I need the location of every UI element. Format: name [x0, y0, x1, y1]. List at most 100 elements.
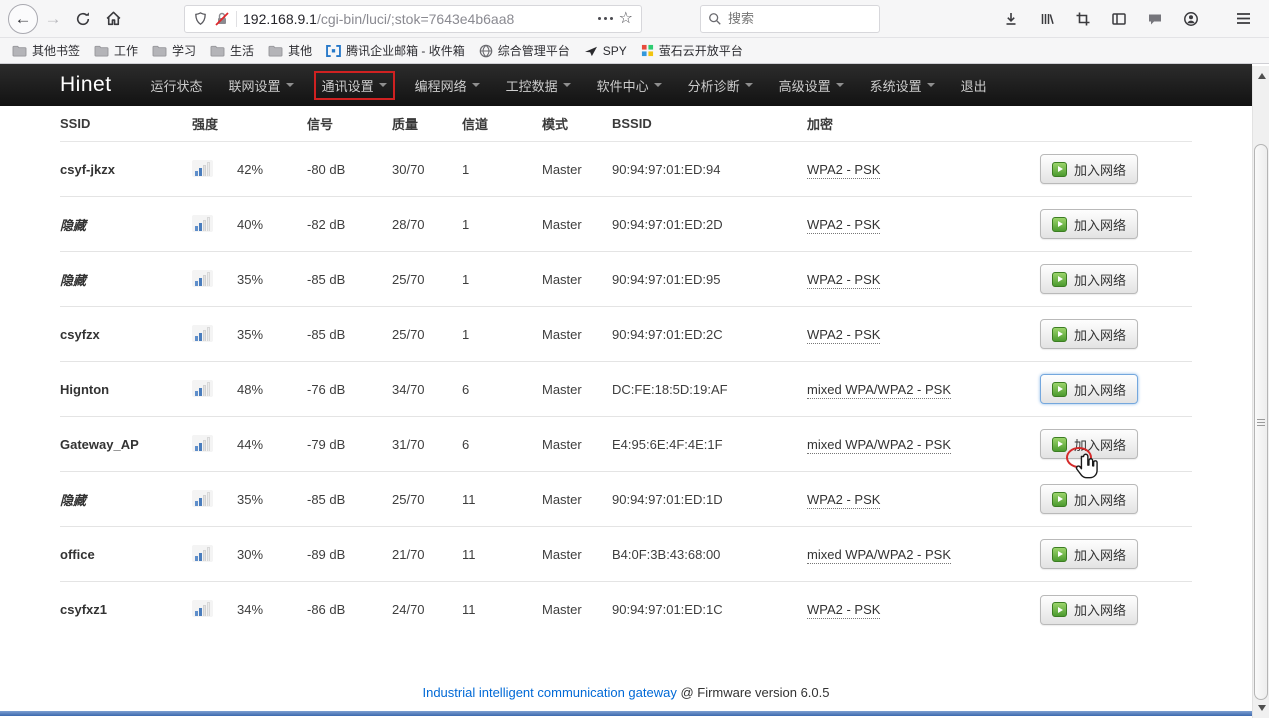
strength-cell: 35%: [237, 272, 307, 287]
bssid-cell: E4:95:6E:4F:4E:1F: [612, 437, 807, 452]
channel-cell: 11: [462, 547, 542, 562]
library-icon: [1039, 11, 1055, 27]
join-network-button[interactable]: 加入网络: [1040, 319, 1138, 349]
bookmark-item-management-platform[interactable]: 综合管理平台: [473, 39, 576, 62]
nav-item-industrial-data[interactable]: 工控数据: [506, 76, 571, 95]
join-network-button[interactable]: 加入网络: [1040, 429, 1138, 459]
signal-cell: -85 dB: [307, 492, 392, 507]
bookmark-label: 综合管理平台: [498, 42, 570, 59]
folder-icon: [268, 44, 283, 57]
quality-cell: 25/70: [392, 327, 462, 342]
join-network-button[interactable]: 加入网络: [1040, 539, 1138, 569]
mode-cell: Master: [542, 602, 612, 617]
ssid-cell: 隐藏: [60, 270, 192, 289]
column-header-signal: 信号: [307, 114, 392, 133]
bookmark-item-ezviz[interactable]: 萤石云开放平台: [635, 39, 749, 62]
quality-cell: 34/70: [392, 382, 462, 397]
channel-cell: 1: [462, 217, 542, 232]
strength-cell: 40%: [237, 217, 307, 232]
play-icon: [1052, 162, 1067, 177]
column-header-bssid: BSSID: [612, 116, 807, 131]
join-network-button[interactable]: 加入网络: [1040, 264, 1138, 294]
signal-strength-icon: [192, 490, 213, 507]
table-row: 隐藏 35% -85 dB 25/70 11 Master 90:94:97:0…: [60, 472, 1192, 527]
table-row: Gateway_AP 44% -79 dB 31/70 6 Master E4:…: [60, 417, 1192, 472]
reload-button[interactable]: [68, 4, 98, 34]
bookmark-label: 学习: [172, 42, 196, 59]
join-network-button[interactable]: 加入网络: [1040, 374, 1138, 404]
scrollbar-thumb[interactable]: [1254, 144, 1268, 700]
join-network-button[interactable]: 加入网络: [1040, 209, 1138, 239]
download-button[interactable]: [997, 4, 1025, 34]
nav-item-communication-settings[interactable]: 通讯设置: [314, 71, 395, 100]
join-network-button[interactable]: 加入网络: [1040, 484, 1138, 514]
bssid-cell: 90:94:97:01:ED:1D: [612, 492, 807, 507]
bssid-cell: 90:94:97:01:ED:95: [612, 272, 807, 287]
bookmark-label: 萤石云开放平台: [659, 42, 743, 59]
strength-cell: 48%: [237, 382, 307, 397]
nav-item-software-center[interactable]: 软件中心: [597, 76, 662, 95]
url-text[interactable]: 192.168.9.1/cgi-bin/luci/;stok=7643e4b6a…: [243, 11, 592, 27]
messages-button[interactable]: [1141, 4, 1169, 34]
menu-button[interactable]: [1229, 4, 1257, 34]
ssid-cell: Hignton: [60, 382, 192, 397]
nav-item-advanced-settings[interactable]: 高级设置: [779, 76, 844, 95]
encryption-cell: WPA2 - PSK: [807, 162, 880, 179]
nav-item-logout[interactable]: 退出: [961, 76, 987, 95]
brand-logo[interactable]: Hinet: [60, 73, 112, 97]
ssid-cell: Gateway_AP: [60, 437, 192, 452]
sidebar-button[interactable]: [1105, 4, 1133, 34]
home-button[interactable]: [98, 4, 128, 34]
nav-item-programming-network[interactable]: 编程网络: [415, 76, 480, 95]
channel-cell: 6: [462, 437, 542, 452]
back-button[interactable]: ←: [8, 4, 38, 34]
column-header-ssid: SSID: [60, 116, 192, 131]
search-bar[interactable]: [700, 5, 880, 33]
play-icon: [1052, 437, 1067, 452]
strength-cell: 34%: [237, 602, 307, 617]
table-row: csyfxz1 34% -86 dB 24/70 11 Master 90:94…: [60, 582, 1192, 637]
bookmark-item-tencent-mail[interactable]: 腾讯企业邮箱 - 收件箱: [320, 39, 471, 62]
scroll-up-button[interactable]: [1253, 68, 1269, 84]
search-input[interactable]: [728, 11, 848, 26]
play-icon: [1052, 382, 1067, 397]
nav-item-diagnostics[interactable]: 分析诊断: [688, 76, 753, 95]
page-scrollbar[interactable]: [1252, 66, 1269, 718]
quality-cell: 31/70: [392, 437, 462, 452]
channel-cell: 11: [462, 602, 542, 617]
nav-item-system-settings[interactable]: 系统设置: [870, 76, 935, 95]
screenshot-button[interactable]: [1069, 4, 1097, 34]
scroll-down-button[interactable]: [1253, 700, 1269, 716]
signal-strength-icon: [192, 270, 213, 287]
signal-cell: -82 dB: [307, 217, 392, 232]
signal-strength-icon: [192, 380, 213, 397]
bookmark-item-life[interactable]: 生活: [204, 39, 260, 62]
account-button[interactable]: [1177, 4, 1205, 34]
bookmark-item-study[interactable]: 学习: [146, 39, 202, 62]
join-network-button[interactable]: 加入网络: [1040, 154, 1138, 184]
url-host: 192.168.9.1: [243, 11, 317, 27]
table-row: office 30% -89 dB 21/70 11 Master B4:0F:…: [60, 527, 1192, 582]
page-actions-icon[interactable]: [598, 17, 613, 20]
encryption-cell: WPA2 - PSK: [807, 217, 880, 234]
mode-cell: Master: [542, 492, 612, 507]
bookmark-item-work[interactable]: 工作: [88, 39, 144, 62]
library-button[interactable]: [1033, 4, 1061, 34]
footer-link[interactable]: Industrial intelligent communication gat…: [422, 685, 676, 700]
bookmark-item-misc[interactable]: 其他: [262, 39, 318, 62]
bookmark-item-spy[interactable]: SPY: [578, 41, 633, 61]
folder-icon: [94, 44, 109, 57]
bookmark-star-icon[interactable]: ☆: [619, 11, 633, 27]
hamburger-icon: [1236, 12, 1251, 25]
main-navbar: Hinet 运行状态 联网设置 通讯设置 编程网络 工控数据 软件中心 分析诊断…: [0, 64, 1252, 106]
nav-item-running-status[interactable]: 运行状态: [151, 76, 203, 95]
spy-icon: [584, 45, 598, 57]
nav-item-network-settings[interactable]: 联网设置: [229, 76, 294, 95]
forward-button[interactable]: →: [38, 4, 68, 34]
signal-strength-icon: [192, 435, 213, 452]
table-row: csyf-jkzx 42% -80 dB 30/70 1 Master 90:9…: [60, 142, 1192, 197]
folder-icon: [210, 44, 225, 57]
url-bar[interactable]: 192.168.9.1/cgi-bin/luci/;stok=7643e4b6a…: [184, 5, 642, 33]
bookmark-item-other-bookmarks[interactable]: 其他书签: [6, 39, 86, 62]
join-network-button[interactable]: 加入网络: [1040, 595, 1138, 625]
